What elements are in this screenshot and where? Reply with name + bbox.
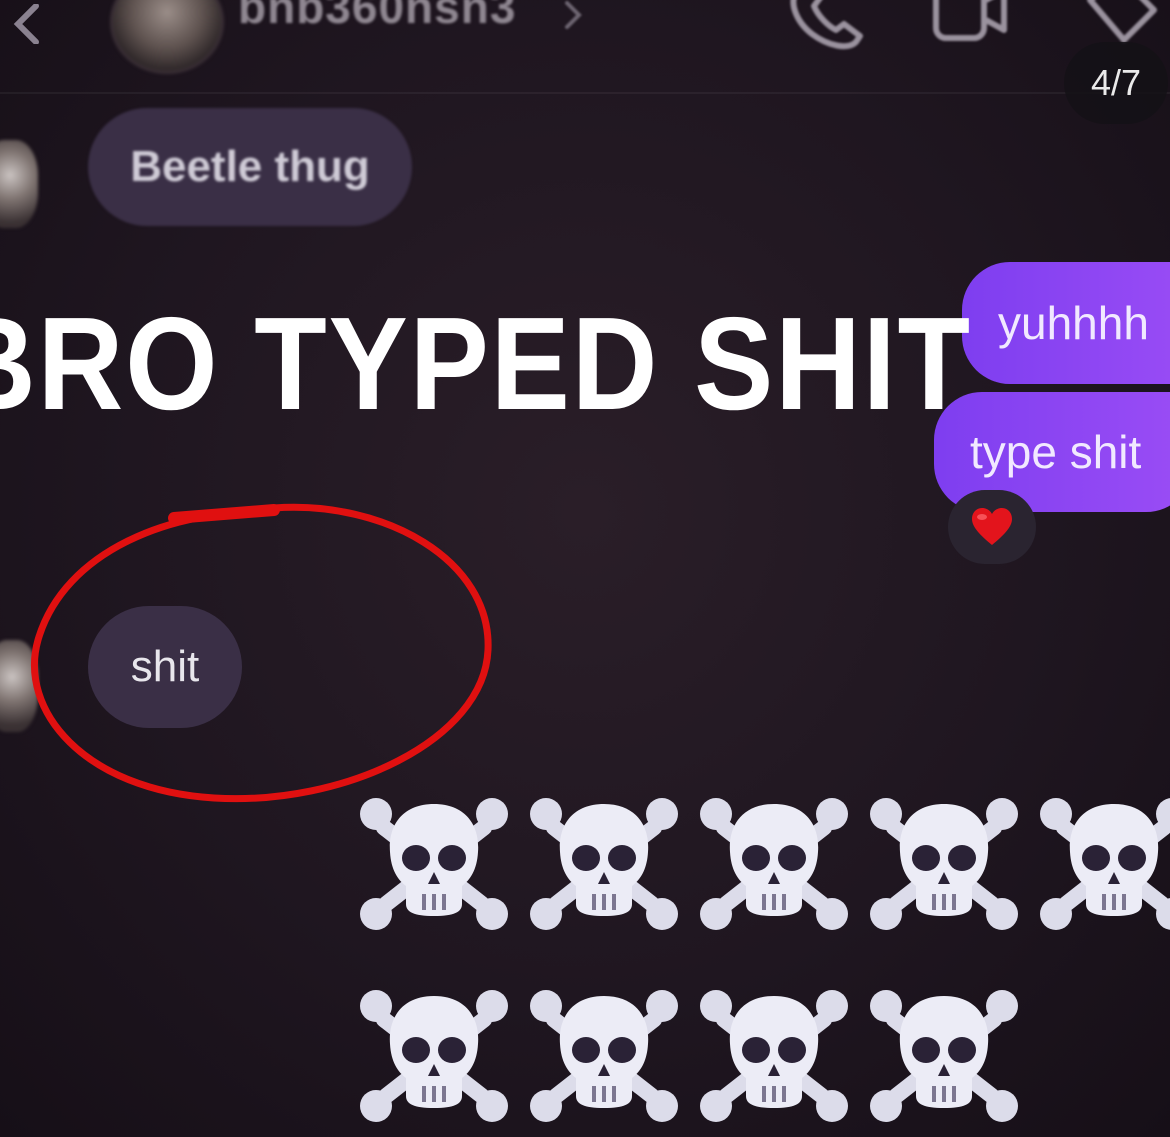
message-bubble-outgoing[interactable]: yuhhhh: [962, 262, 1170, 384]
avatar[interactable]: [110, 0, 224, 74]
skull-and-crossbones-icon: [360, 798, 508, 930]
back-chevron-icon[interactable]: [6, 4, 46, 44]
page-indicator: 4/7: [1064, 42, 1168, 124]
skull-and-crossbones-icon: [700, 798, 848, 930]
tag-icon[interactable]: [1080, 0, 1160, 46]
skull-and-crossbones-icon: [530, 798, 678, 930]
overlay-caption: BRO TYPED SHIT: [0, 290, 972, 437]
sender-avatar[interactable]: [0, 140, 38, 228]
skull-and-crossbones-icon: [1040, 798, 1170, 930]
skull-and-crossbones-icon: [870, 990, 1018, 1122]
header-divider: [0, 92, 1170, 94]
header-username[interactable]: bnb360nsn3: [238, 0, 516, 34]
red-circle-annotation: [30, 503, 492, 803]
skull-and-crossbones-icon: [360, 990, 508, 1122]
skull-and-crossbones-icon: [700, 990, 848, 1122]
phone-icon[interactable]: [788, 0, 866, 50]
skull-and-crossbones-icon: [870, 798, 1018, 930]
heart-reaction[interactable]: [948, 490, 1036, 564]
chevron-right-icon[interactable]: [562, 0, 584, 30]
message-bubble-incoming[interactable]: Beetle thug: [88, 108, 412, 226]
video-icon[interactable]: [930, 0, 1008, 46]
heart-emoji-icon: [972, 508, 1012, 545]
skull-and-crossbones-icon: [530, 990, 678, 1122]
